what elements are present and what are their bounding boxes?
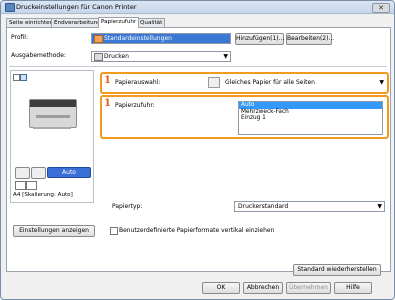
add-profile-button[interactable]: Hinzufügen(1)... — [235, 33, 284, 45]
tab-page-setup[interactable]: Seite einrichten — [6, 18, 57, 27]
chevron-down-icon[interactable]: ▼ — [379, 79, 384, 86]
output-method-select[interactable]: Drucken ▼ — [91, 51, 231, 62]
step-number-badge: 1 — [104, 75, 111, 86]
edit-profile-button[interactable]: Bearbeiten(2)... — [286, 33, 334, 45]
paper-tray-icon[interactable] — [15, 167, 30, 179]
list-item[interactable]: Einzug 1 — [239, 115, 382, 122]
printer-shadow — [33, 127, 71, 129]
profile-label: Profil: — [11, 34, 28, 41]
paper-selection-group: 1 Papierauswahl: Gleiches Papier für all… — [100, 72, 389, 94]
tab-label: Endverarbeitung — [54, 20, 101, 26]
view-icon[interactable] — [13, 74, 20, 81]
paper-source-label: Papierzufuhr: — [115, 102, 155, 109]
chevron-down-icon: ▼ — [223, 53, 228, 60]
paper-source-list[interactable]: Auto Mehrzweck-Fach Einzug 1 — [238, 101, 383, 135]
tab-label: Papierzufuhr — [101, 19, 137, 25]
tab-label: Qualität — [140, 20, 163, 26]
profile-select[interactable]: Standardeinstellungen ▼ — [91, 33, 242, 44]
printer-settings-window: Druckeinstellungen für Canon Printer ✕ S… — [0, 0, 395, 300]
separator — [9, 66, 387, 67]
cancel-button[interactable]: Abbrechen — [243, 282, 283, 294]
custom-vertical-checkbox[interactable] — [110, 227, 118, 235]
tab-quality[interactable]: Qualität — [137, 18, 166, 27]
show-settings-button[interactable]: Einstellungen anzeigen — [13, 225, 95, 237]
tab-label: Seite einrichten — [9, 20, 54, 26]
page-icon[interactable] — [15, 181, 26, 190]
printer-icon — [5, 3, 15, 12]
page-landscape-icon[interactable] — [26, 181, 37, 190]
step-number-badge: 1 — [104, 98, 111, 109]
printer-top — [30, 100, 76, 107]
paper-size-text: A4 [Skalierung: Auto] — [13, 192, 73, 198]
paper-source-group: 1 Papierzufuhr: Auto Mehrzweck-Fach Einz… — [100, 95, 389, 139]
printer-slot — [36, 115, 70, 118]
apply-button[interactable]: Übernehmen — [286, 282, 331, 294]
preview-pane: Auto A4 [Skalierung: Auto] — [10, 70, 94, 203]
output-method-label: Ausgabemethode: — [11, 52, 66, 59]
paper-selection-value[interactable]: Gleiches Papier für alle Seiten — [225, 79, 315, 86]
printer-small-icon — [94, 53, 103, 61]
paper-type-select[interactable]: Druckerstandard ▼ — [234, 201, 385, 212]
output-method-value: Drucken — [104, 53, 129, 60]
view-icon[interactable] — [20, 74, 27, 81]
ok-button[interactable]: OK — [202, 282, 240, 294]
profile-value: Standardeinstellungen — [104, 35, 172, 42]
tab-paper-source[interactable]: Papierzufuhr — [98, 17, 140, 28]
paper-type-value: Druckerstandard — [238, 203, 289, 210]
close-icon[interactable]: ✕ — [372, 3, 390, 13]
tab-finishing[interactable]: Endverarbeitung — [51, 18, 104, 27]
window-title: Druckeinstellungen für Canon Printer — [16, 3, 137, 11]
chevron-down-icon: ▼ — [377, 203, 382, 210]
paper-drawer-icon[interactable] — [31, 167, 46, 179]
pages-icon — [208, 77, 220, 88]
printer-illustration — [29, 99, 77, 128]
paper-type-label: Papiertyp: — [112, 203, 143, 210]
paper-selection-label: Papierauswahl: — [115, 79, 161, 86]
auto-source-button[interactable]: Auto — [47, 167, 91, 178]
custom-vertical-label: Benutzerdefinierte Papierformate vertika… — [119, 227, 275, 234]
title-bar: Druckeinstellungen für Canon Printer ✕ — [1, 1, 394, 14]
help-button[interactable]: Hilfe — [334, 282, 372, 294]
settings-panel: Profil: Standardeinstellungen ▼ Hinzufüg… — [6, 27, 391, 276]
profile-icon — [94, 35, 103, 43]
restore-defaults-button[interactable]: Standard wiederherstellen — [293, 264, 381, 276]
